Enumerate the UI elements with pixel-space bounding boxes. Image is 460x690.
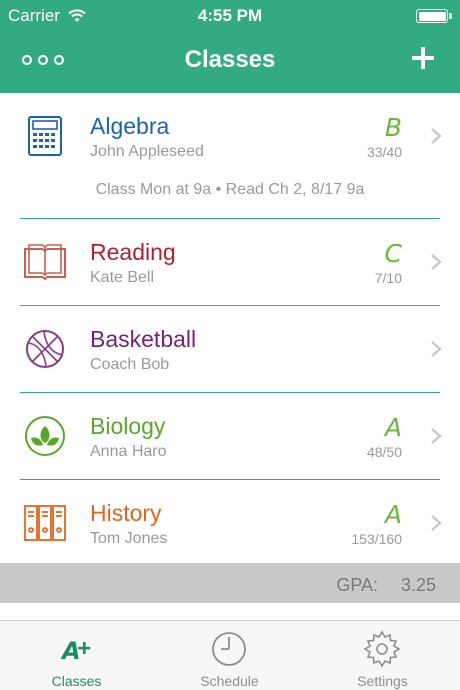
grade-score: 153/160: [351, 531, 402, 547]
chevron-right-icon: [431, 428, 442, 444]
tab-label: Classes: [51, 673, 102, 689]
teacher-name: Coach Bob: [90, 356, 170, 373]
status-bar: Carrier 4:55 PM: [0, 0, 460, 32]
navigation-header: Carrier 4:55 PM Classes: [0, 0, 460, 93]
class-list: Algebra John Appleseed B 33/40 Class Mon…: [0, 93, 460, 566]
binders-icon: [24, 505, 66, 541]
chevron-right-icon: [431, 341, 442, 357]
chevron-right-icon: [431, 254, 442, 270]
teacher-name: Tom Jones: [90, 530, 168, 547]
status-time: 4:55 PM: [197, 6, 263, 25]
gpa-value: 3.25: [400, 575, 436, 595]
class-name: Biology: [90, 413, 166, 439]
tab-classes[interactable]: A Classes: [0, 621, 153, 690]
add-class-button[interactable]: [408, 40, 438, 76]
class-row-history[interactable]: History Tom Jones A 153/160: [0, 480, 460, 566]
grade-letter: A: [384, 413, 402, 442]
teacher-name: John Appleseed: [90, 143, 204, 160]
calculator-icon: [28, 116, 62, 156]
grade-score: 33/40: [366, 144, 402, 160]
grade-score: 48/50: [366, 444, 402, 460]
clock-icon: [212, 632, 246, 666]
svg-text:A: A: [60, 637, 81, 665]
teacher-name: Anna Haro: [90, 443, 167, 460]
tab-label: Settings: [357, 673, 408, 689]
chevron-right-icon: [431, 515, 442, 531]
grade-letter: C: [384, 239, 402, 268]
class-name: Algebra: [90, 113, 170, 139]
class-name: Basketball: [90, 326, 197, 352]
teacher-name: Kate Bell: [90, 269, 155, 286]
class-name: Reading: [90, 239, 176, 265]
class-row-reading[interactable]: Reading Kate Bell C 7/10: [0, 219, 460, 305]
class-row-basketball[interactable]: Basketball Coach Bob: [0, 306, 460, 392]
grade-letter: B: [384, 113, 402, 142]
tab-bar: A Classes Schedule Settings: [0, 620, 460, 690]
tab-label: Schedule: [200, 673, 259, 689]
a-plus-icon: A: [60, 637, 91, 665]
class-note: Class Mon at 9a • Read Ch 2, 8/17 9a: [95, 181, 365, 198]
book-icon: [24, 244, 66, 281]
tab-schedule[interactable]: Schedule: [153, 621, 306, 690]
gear-icon: [363, 630, 401, 668]
grade-score: 7/10: [374, 270, 402, 286]
page-title: Classes: [184, 46, 276, 73]
tab-settings[interactable]: Settings: [306, 621, 459, 690]
gpa-bar: GPA: 3.25: [0, 563, 460, 603]
leaf-icon: [25, 416, 65, 456]
grade-letter: A: [384, 500, 402, 529]
basketball-icon: [26, 330, 64, 368]
gpa-label: GPA:: [336, 575, 378, 595]
class-row-biology[interactable]: Biology Anna Haro A 48/50: [0, 393, 460, 479]
class-name: History: [90, 500, 162, 526]
chevron-right-icon: [431, 128, 442, 144]
battery-icon: [416, 9, 452, 23]
class-row-algebra[interactable]: Algebra John Appleseed B 33/40: [0, 93, 460, 179]
